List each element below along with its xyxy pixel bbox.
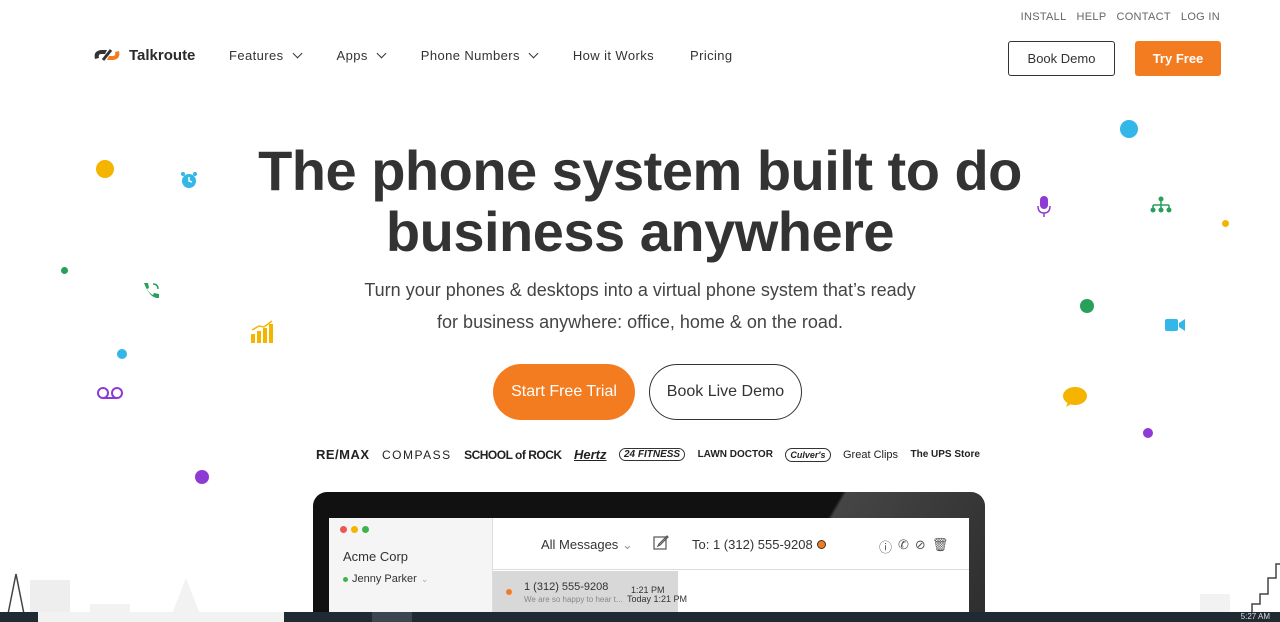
message-filter-dropdown[interactable]: All Messages ⌄ <box>541 537 633 553</box>
hero-subtitle: Turn your phones & desktops into a virtu… <box>340 274 940 338</box>
online-status-icon <box>343 576 348 582</box>
decor-dot <box>1120 120 1138 138</box>
taskbar-clock: 5:27 AM <box>1240 612 1270 621</box>
app-sidebar: Acme Corp Jenny Parker ⌄ <box>329 518 493 622</box>
contact-link[interactable]: CONTACT <box>1116 11 1170 23</box>
bar-chart-icon <box>251 320 273 343</box>
main-nav: Features Apps Phone Numbers How it Works… <box>229 48 769 63</box>
talkroute-logo-icon <box>94 49 120 61</box>
chevron-down-icon <box>292 48 302 59</box>
phone-icon[interactable]: ✆ <box>898 537 909 556</box>
chevron-down-icon <box>528 48 539 59</box>
unread-dot-icon <box>506 589 512 595</box>
phone-ringing-icon <box>144 283 159 299</box>
book-live-demo-button[interactable]: Book Live Demo <box>649 364 802 420</box>
ups-store-logo: The UPS Store <box>910 449 980 460</box>
decor-dot <box>117 349 127 359</box>
video-camera-icon <box>1165 319 1185 331</box>
voicemail-icon <box>97 387 123 399</box>
school-of-rock-logo: SCHOOL of ROCK <box>464 447 562 462</box>
microphone-icon <box>1037 196 1051 217</box>
city-skyline-right <box>1200 563 1280 614</box>
minimize-dot-icon <box>351 526 358 533</box>
close-dot-icon <box>340 526 347 533</box>
city-skyline-left <box>7 573 200 614</box>
great-clips-logo: Great Clips <box>843 448 899 461</box>
message-filter-label: All Messages <box>541 537 619 552</box>
taskbar-start-area[interactable] <box>38 612 284 622</box>
decor-dot <box>1080 299 1094 313</box>
day-stamp: Today 1:21 PM <box>627 594 688 604</box>
remax-logo: RE/MAX <box>316 447 370 462</box>
install-link[interactable]: INSTALL <box>1021 11 1067 23</box>
compose-icon[interactable] <box>653 534 669 550</box>
24-fitness-logo: 24 FITNESS <box>618 448 686 461</box>
laptop-app-preview: Acme Corp Jenny Parker ⌄ All Messages ⌄ … <box>313 492 985 622</box>
message-preview: We are so happy to hear t... <box>524 595 623 604</box>
taskbar-app-button[interactable] <box>372 612 412 622</box>
chat-bubble-icon <box>1063 387 1087 407</box>
app-screen: Acme Corp Jenny Parker ⌄ All Messages ⌄ … <box>329 518 969 622</box>
nav-phone-numbers[interactable]: Phone Numbers <box>420 48 539 63</box>
hero-title-line-2: business anywhere <box>385 200 895 263</box>
hero-subtitle-line-1: Turn your phones & desktops into a virtu… <box>364 280 916 300</box>
company-name: Acme Corp <box>343 549 409 564</box>
chevron-down-icon: ⌄ <box>621 537 633 552</box>
user-selector[interactable]: Jenny Parker ⌄ <box>343 573 428 585</box>
help-link[interactable]: HELP <box>1077 11 1107 23</box>
trash-icon[interactable]: 🗑 <box>932 537 949 556</box>
hero-title-line-1: The phone system built to do <box>258 139 1022 202</box>
utility-nav: INSTALL HELP CONTACT LOG IN <box>1021 11 1220 23</box>
nav-how-it-works[interactable]: How it Works <box>573 48 654 63</box>
hero-title: The phone system built to do business an… <box>240 140 1040 262</box>
info-icon[interactable]: ⓘ <box>879 537 892 556</box>
lawn-doctor-logo: LAWN DOCTOR <box>697 449 773 460</box>
customer-logos: RE/MAX COMPASS SCHOOL of ROCK Hertz 24 F… <box>316 447 980 462</box>
nav-phone-numbers-label: Phone Numbers <box>420 48 520 63</box>
decor-dot <box>1222 220 1229 227</box>
nav-how-it-works-label: How it Works <box>572 48 655 63</box>
status-dot-icon <box>816 540 826 549</box>
brand-name: Talkroute <box>129 46 196 64</box>
nav-apps-label: Apps <box>336 48 368 63</box>
hertz-logo: Hertz <box>574 447 607 462</box>
compass-logo: COMPASS <box>382 447 452 462</box>
nav-apps[interactable]: Apps <box>336 48 387 63</box>
recipient-number: To: 1 (312) 555-9208 <box>692 537 813 552</box>
chevron-down-icon: ⌄ <box>420 573 429 584</box>
brand-logo[interactable]: Talkroute <box>91 45 195 65</box>
org-chart-icon <box>1150 196 1172 213</box>
hero-subtitle-line-2: for business anywhere: office, home & on… <box>437 312 843 332</box>
decor-dot <box>61 267 68 274</box>
os-taskbar: 5:27 AM <box>0 612 1280 622</box>
start-free-trial-button[interactable]: Start Free Trial <box>493 364 635 420</box>
block-icon[interactable]: ⊘ <box>915 537 926 556</box>
window-controls <box>340 526 369 533</box>
culvers-logo: Culver's <box>785 447 831 462</box>
recipient-line: To: 1 (312) 555-9208 <box>692 537 826 552</box>
nav-pricing-label: Pricing <box>690 48 733 63</box>
decor-dot <box>195 470 209 484</box>
list-item[interactable]: 1 (312) 555-9208 1:21 PM We are so happy… <box>493 571 678 614</box>
chevron-down-icon <box>376 48 387 59</box>
nav-features-label: Features <box>229 48 284 63</box>
message-number: 1 (312) 555-9208 <box>524 581 609 593</box>
book-demo-button[interactable]: Book Demo <box>1008 41 1115 76</box>
conversation-tools: ⓘ ✆ ⊘ 🗑 <box>879 537 948 556</box>
try-free-button[interactable]: Try Free <box>1135 41 1221 76</box>
user-name: Jenny Parker <box>352 573 417 585</box>
login-link[interactable]: LOG IN <box>1181 11 1220 23</box>
nav-pricing[interactable]: Pricing <box>690 48 733 63</box>
maximize-dot-icon <box>362 526 369 533</box>
alarm-clock-icon <box>181 172 197 188</box>
nav-features[interactable]: Features <box>229 48 302 63</box>
decor-dot <box>1143 428 1153 438</box>
decor-dot <box>96 160 114 178</box>
app-toolbar: All Messages ⌄ To: 1 (312) 555-9208 ⓘ ✆ … <box>493 518 969 570</box>
